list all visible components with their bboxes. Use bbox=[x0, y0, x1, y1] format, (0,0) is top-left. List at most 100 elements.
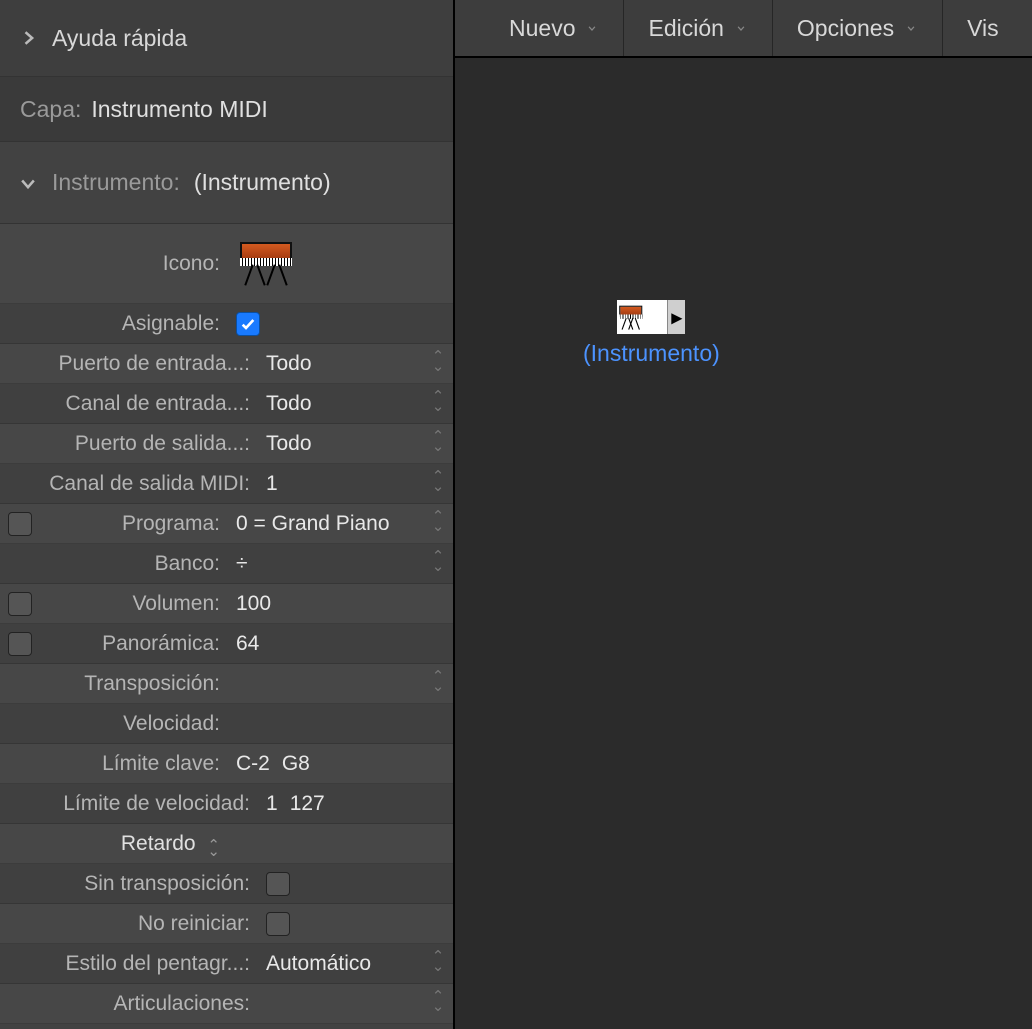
layer-row: Capa: Instrumento MIDI bbox=[0, 77, 453, 142]
opciones-label: Opciones bbox=[797, 15, 894, 42]
layer-value[interactable]: Instrumento MIDI bbox=[91, 96, 267, 123]
chevron-right-icon bbox=[18, 28, 38, 48]
environment-canvas[interactable]: ▸ (Instrumento) bbox=[455, 58, 1032, 1029]
panoramica-checkbox[interactable] bbox=[8, 632, 32, 656]
limite-clave-value[interactable]: C-2 G8 bbox=[226, 752, 431, 776]
prop-transposicion: Transposición: ⌃⌄ bbox=[0, 664, 453, 704]
stepper-icon[interactable]: ⌃⌄ bbox=[431, 474, 453, 494]
transposicion-label: Transposición: bbox=[36, 672, 226, 696]
volumen-value[interactable]: 100 bbox=[226, 592, 431, 616]
prop-banco: Banco: ÷ ⌃⌄ bbox=[0, 544, 453, 584]
prop-programa: Programa: 0 = Grand Piano ⌃⌄ bbox=[0, 504, 453, 544]
icono-value[interactable] bbox=[226, 236, 431, 291]
prop-puerto-salida: Puerto de salida...: Todo ⌃⌄ bbox=[0, 424, 453, 464]
asignable-checkbox[interactable] bbox=[236, 312, 260, 336]
properties-list: Icono: Asignable: Puerto de ent bbox=[0, 224, 453, 1029]
puerto-salida-label: Puerto de salida...: bbox=[36, 432, 256, 456]
articulaciones-label: Articulaciones: bbox=[36, 992, 256, 1016]
stepper-icon[interactable]: ⌃⌄ bbox=[431, 394, 453, 414]
puerto-entrada-value[interactable]: Todo bbox=[256, 352, 431, 376]
stepper-icon[interactable]: ⌃⌄ bbox=[431, 674, 453, 694]
limite-clave-label: Límite clave: bbox=[36, 752, 226, 776]
no-reiniciar-checkbox[interactable] bbox=[266, 912, 290, 936]
keyboard-icon bbox=[236, 236, 296, 291]
prop-sin-transposicion: Sin transposición: bbox=[0, 864, 453, 904]
quick-help-title: Ayuda rápida bbox=[52, 25, 187, 52]
nuevo-menu[interactable]: Nuevo bbox=[485, 0, 624, 56]
stepper-icon[interactable]: ⌃⌄ bbox=[431, 354, 453, 374]
inspector-panel: Ayuda rápida Capa: Instrumento MIDI Inst… bbox=[0, 0, 455, 1029]
puerto-salida-value[interactable]: Todo bbox=[256, 432, 431, 456]
canal-salida-value[interactable]: 1 bbox=[256, 472, 431, 496]
stepper-icon[interactable]: ⌃⌄ bbox=[207, 843, 220, 855]
chevron-down-icon bbox=[585, 23, 599, 33]
canal-salida-label: Canal de salida MIDI: bbox=[36, 472, 256, 496]
estilo-label: Estilo del pentagr...: bbox=[36, 952, 256, 976]
sin-trans-checkbox[interactable] bbox=[266, 872, 290, 896]
volumen-checkbox[interactable] bbox=[8, 592, 32, 616]
retardo-label[interactable]: Retardo ⌃⌄ bbox=[36, 832, 226, 856]
prop-puerto-entrada: Puerto de entrada...: Todo ⌃⌄ bbox=[0, 344, 453, 384]
limite-clave-hi[interactable]: G8 bbox=[282, 752, 310, 776]
prop-limite-clave: Límite clave: C-2 G8 bbox=[0, 744, 453, 784]
programa-checkbox[interactable] bbox=[8, 512, 32, 536]
stepper-icon[interactable]: ⌃⌄ bbox=[431, 434, 453, 454]
velocidad-label: Velocidad: bbox=[36, 712, 226, 736]
prop-panoramica: Panorámica: 64 bbox=[0, 624, 453, 664]
instrument-section-value[interactable]: (Instrumento) bbox=[194, 169, 331, 196]
limite-clave-lo[interactable]: C-2 bbox=[236, 752, 270, 776]
quick-help-header[interactable]: Ayuda rápida bbox=[0, 0, 453, 77]
prop-retardo: Retardo ⌃⌄ bbox=[0, 824, 453, 864]
instrument-node-icon[interactable]: ▸ bbox=[617, 300, 685, 334]
limite-vel-hi[interactable]: 127 bbox=[290, 792, 325, 816]
prop-articulaciones: Articulaciones: ⌃⌄ bbox=[0, 984, 453, 1024]
prop-icono: Icono: bbox=[0, 224, 453, 304]
prop-no-reiniciar: No reiniciar: bbox=[0, 904, 453, 944]
banco-value[interactable]: ÷ bbox=[226, 552, 431, 576]
asignable-label: Asignable: bbox=[36, 312, 226, 336]
banco-label: Banco: bbox=[36, 552, 226, 576]
stepper-icon[interactable]: ⌃⌄ bbox=[431, 994, 453, 1014]
prop-velocidad: Velocidad: bbox=[0, 704, 453, 744]
canal-entrada-value[interactable]: Todo bbox=[256, 392, 431, 416]
panoramica-label: Panorámica: bbox=[36, 632, 226, 656]
edicion-label: Edición bbox=[648, 15, 723, 42]
edicion-menu[interactable]: Edición bbox=[624, 0, 772, 56]
instrument-section-label: Instrumento: bbox=[52, 169, 180, 196]
estilo-value[interactable]: Automático bbox=[256, 952, 431, 976]
prop-volumen: Volumen: 100 bbox=[0, 584, 453, 624]
prop-limite-velocidad: Límite de velocidad: 1 127 bbox=[0, 784, 453, 824]
prop-canal-salida: Canal de salida MIDI: 1 ⌃⌄ bbox=[0, 464, 453, 504]
vista-menu[interactable]: Vis bbox=[943, 0, 1023, 56]
nuevo-label: Nuevo bbox=[509, 15, 575, 42]
keyboard-icon bbox=[617, 302, 644, 332]
canvas-toolbar: Nuevo Edición Opciones Vis bbox=[455, 0, 1032, 58]
limite-vel-label: Límite de velocidad: bbox=[36, 792, 256, 816]
opciones-menu[interactable]: Opciones bbox=[773, 0, 943, 56]
layer-label: Capa: bbox=[20, 96, 81, 123]
stepper-icon[interactable]: ⌃⌄ bbox=[431, 954, 453, 974]
prop-canal-entrada: Canal de entrada...: Todo ⌃⌄ bbox=[0, 384, 453, 424]
icono-label: Icono: bbox=[36, 252, 226, 276]
prop-asignable: Asignable: bbox=[0, 304, 453, 344]
limite-vel-value[interactable]: 1 127 bbox=[256, 792, 431, 816]
sin-trans-label: Sin transposición: bbox=[36, 872, 256, 896]
stepper-icon[interactable]: ⌃⌄ bbox=[431, 514, 453, 534]
chevron-down-icon bbox=[734, 23, 748, 33]
programa-value[interactable]: 0 = Grand Piano bbox=[226, 512, 431, 536]
instrument-node[interactable]: ▸ (Instrumento) bbox=[583, 300, 720, 367]
volumen-label: Volumen: bbox=[36, 592, 226, 616]
chevron-down-icon bbox=[904, 23, 918, 33]
environment-canvas-pane: Nuevo Edición Opciones Vis ▸ (Instrument… bbox=[455, 0, 1032, 1029]
canal-entrada-label: Canal de entrada...: bbox=[36, 392, 256, 416]
programa-label: Programa: bbox=[36, 512, 226, 536]
limite-vel-lo[interactable]: 1 bbox=[266, 792, 278, 816]
node-handle-icon[interactable]: ▸ bbox=[667, 300, 685, 334]
prop-estilo-pentagrama: Estilo del pentagr...: Automático ⌃⌄ bbox=[0, 944, 453, 984]
panoramica-value[interactable]: 64 bbox=[226, 632, 431, 656]
instrument-node-label[interactable]: (Instrumento) bbox=[583, 340, 720, 367]
instrument-section-header[interactable]: Instrumento: (Instrumento) bbox=[0, 142, 453, 224]
vista-label: Vis bbox=[967, 15, 999, 42]
stepper-icon[interactable]: ⌃⌄ bbox=[431, 554, 453, 574]
no-reiniciar-label: No reiniciar: bbox=[36, 912, 256, 936]
